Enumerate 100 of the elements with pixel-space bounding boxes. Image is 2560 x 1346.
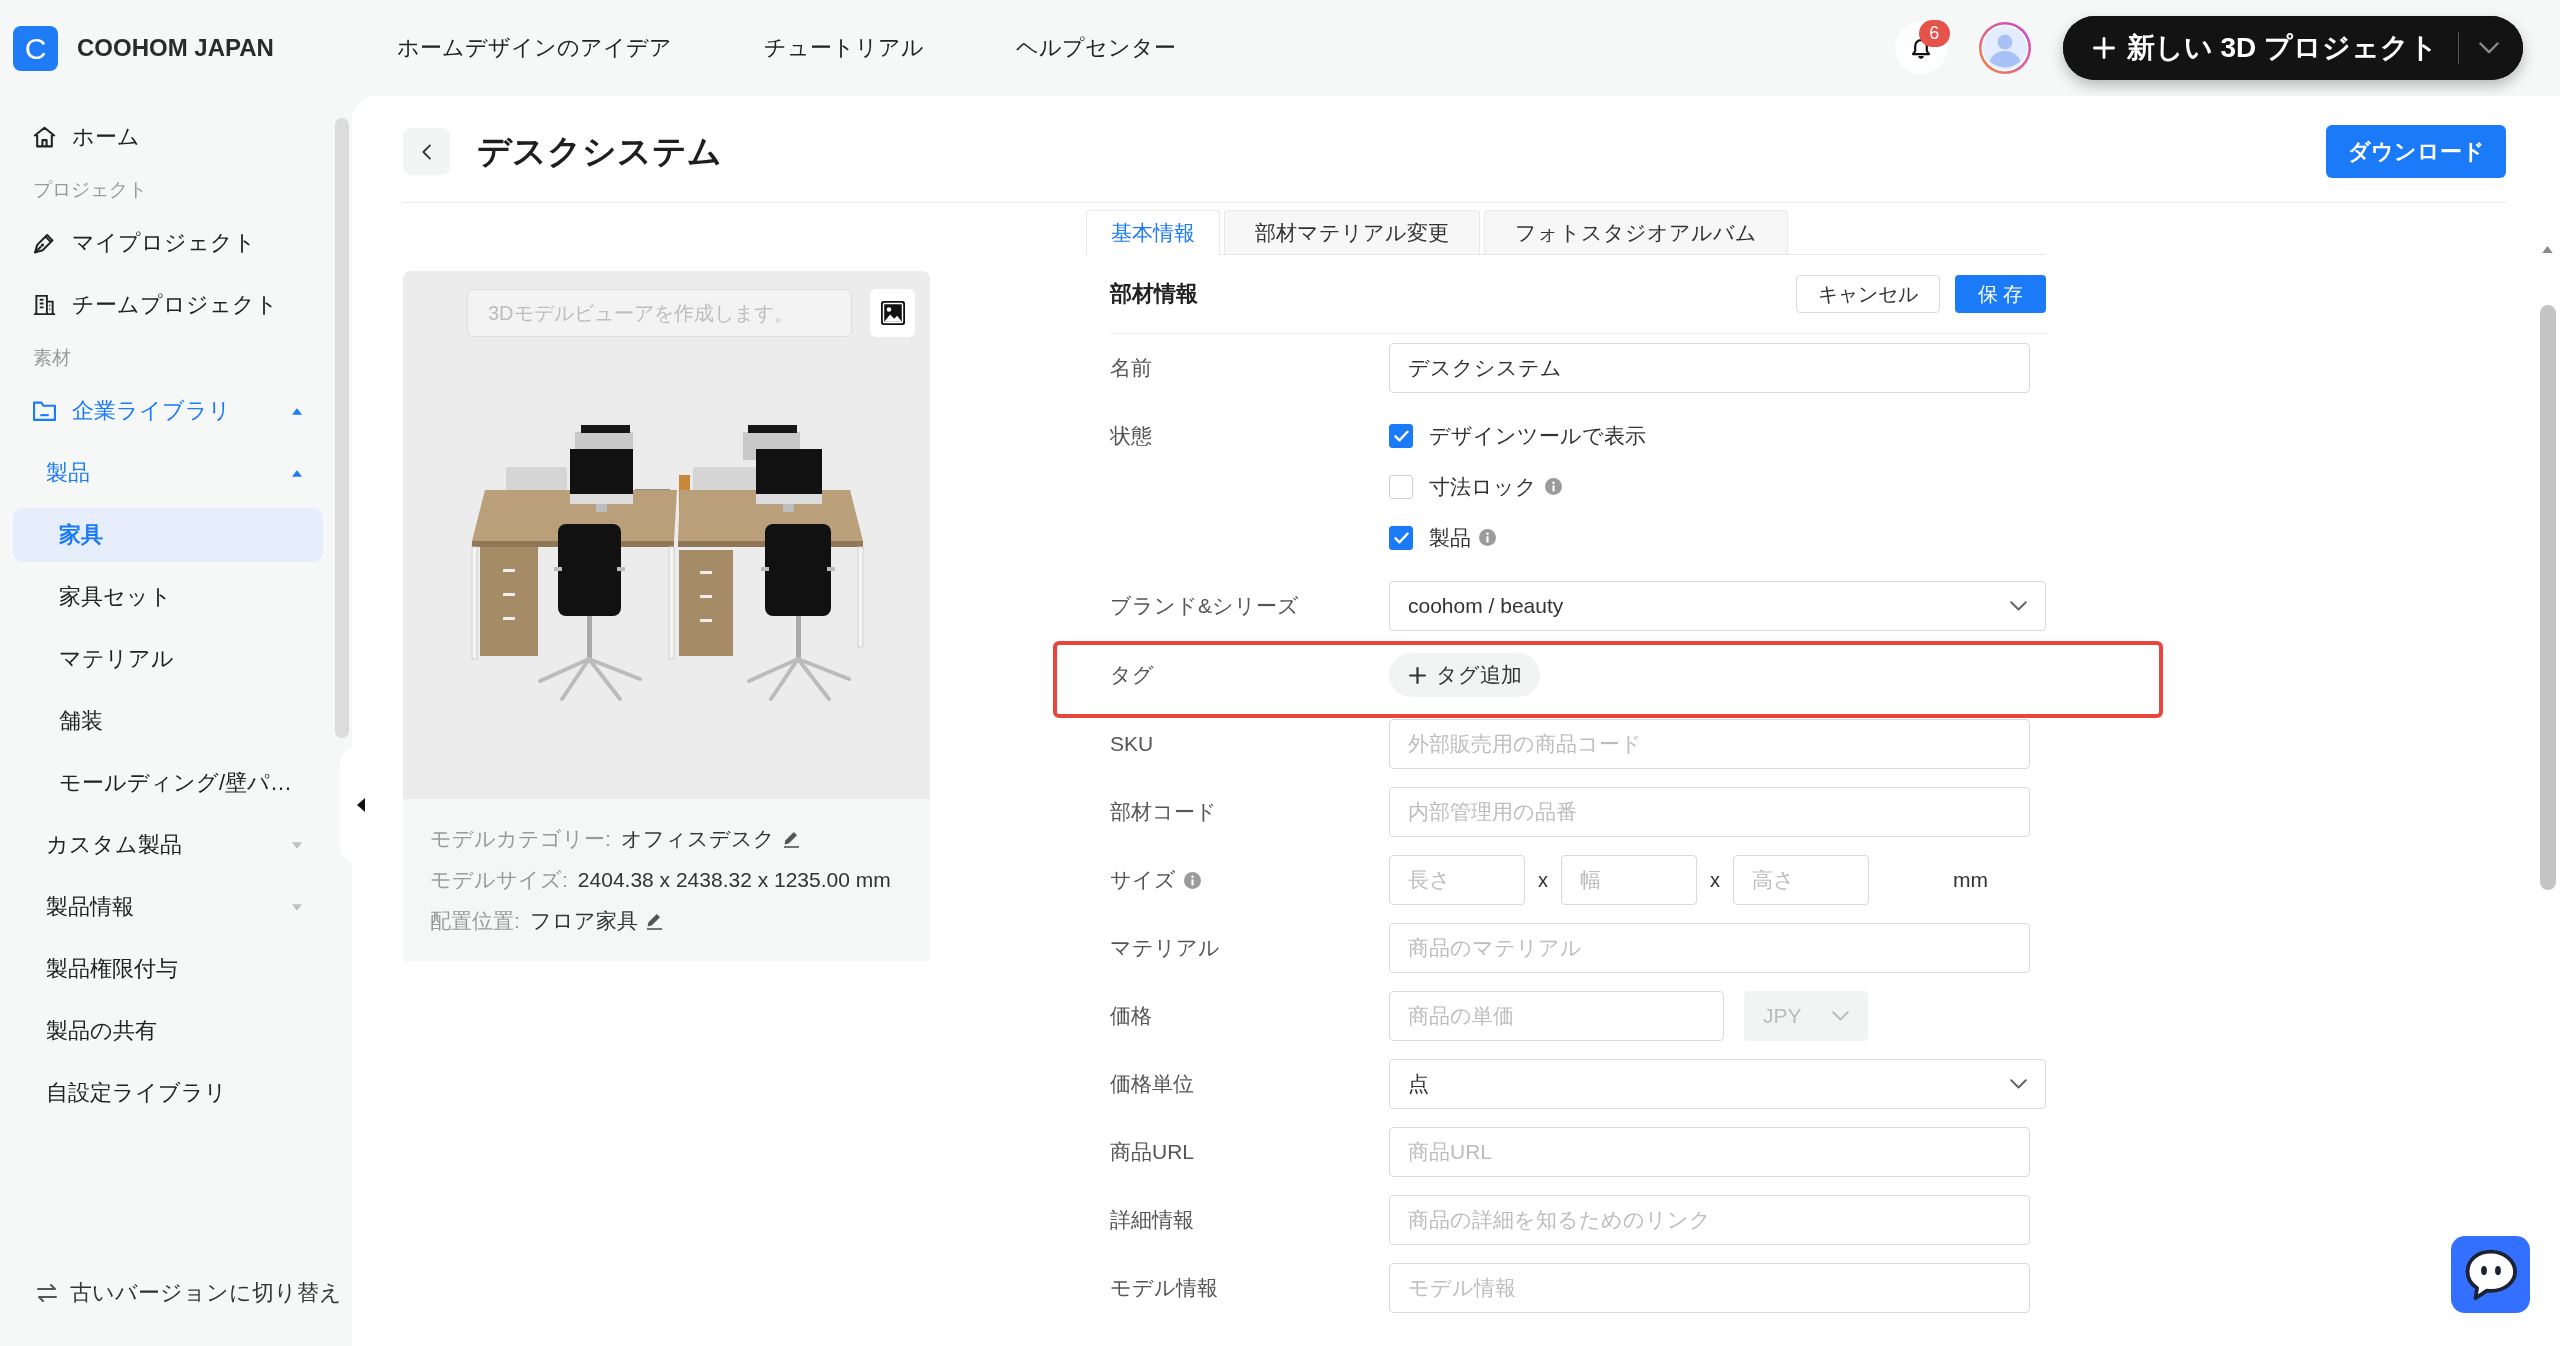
pencil-icon[interactable] bbox=[782, 829, 800, 848]
sidebar-item[interactable]: 舗装 bbox=[13, 694, 323, 748]
field-label: ブランド&シリーズ bbox=[1110, 593, 1299, 619]
text-field[interactable]: 内部管理用の品番 bbox=[1389, 787, 2030, 837]
sidebar-item[interactable]: チームプロジェクト bbox=[13, 278, 323, 332]
dropdown-field[interactable]: 点 bbox=[1389, 1059, 2046, 1109]
info-value: フロア家具 bbox=[529, 907, 638, 934]
tab[interactable]: フォトスタジオアルバム bbox=[1484, 210, 1788, 254]
unit-label: mm bbox=[1953, 868, 1988, 892]
field-label: 詳細情報 bbox=[1110, 1207, 1194, 1233]
field-label: 状態 bbox=[1110, 422, 1152, 449]
nav-link[interactable]: ヘルプセンター bbox=[1015, 33, 1176, 63]
chevron-left-icon bbox=[422, 143, 431, 160]
image-button[interactable] bbox=[870, 289, 915, 337]
house-icon bbox=[33, 126, 56, 148]
section-label: プロジェクト bbox=[32, 178, 148, 202]
nav-link[interactable]: ホームデザインのアイデア bbox=[396, 33, 672, 63]
field-label: 名前 bbox=[1110, 355, 1152, 381]
nav-link[interactable]: チュートリアル bbox=[763, 33, 924, 63]
sidebar-item[interactable]: 製品 bbox=[13, 446, 323, 500]
price-field[interactable]: 商品の単価 bbox=[1389, 991, 1724, 1041]
size-field[interactable]: 長さ bbox=[1389, 855, 1525, 905]
tab[interactable]: 部材マテリアル変更 bbox=[1224, 210, 1480, 254]
dropdown-field[interactable]: coohom / beauty bbox=[1389, 581, 2046, 631]
save-button[interactable]: 保 存 bbox=[1955, 275, 2046, 313]
scrollbar-thumb[interactable] bbox=[2540, 305, 2556, 890]
field-label: 部材コード bbox=[1110, 799, 1217, 825]
section-label: 素材 bbox=[32, 346, 72, 370]
swap-arrows-icon bbox=[37, 1284, 57, 1302]
speech-bubble-icon bbox=[2463, 1248, 2518, 1301]
times-sign: x bbox=[1538, 868, 1548, 892]
text-field[interactable]: モデル情報 bbox=[1389, 1263, 2030, 1313]
checkbox-label: 製品 bbox=[1429, 524, 1471, 551]
field-label: 価格単位 bbox=[1110, 1071, 1194, 1097]
sidebar-item[interactable]: 企業ライブラリ bbox=[13, 384, 323, 438]
times-sign: x bbox=[1710, 868, 1720, 892]
checkbox-label: デザインツールで表示 bbox=[1429, 422, 1646, 449]
info-label: 配置位置: bbox=[430, 907, 520, 934]
dropdown-toggle[interactable] bbox=[2459, 16, 2523, 80]
field-label: SKU bbox=[1110, 732, 1154, 756]
sidebar-item[interactable]: 自設定ライブラリ bbox=[13, 1066, 323, 1120]
field-label: タグ bbox=[1110, 662, 1154, 688]
field-label: 商品URL bbox=[1110, 1139, 1194, 1165]
notification-badge: 6 bbox=[1918, 20, 1950, 47]
info-icon[interactable] bbox=[1479, 529, 1496, 546]
user-avatar[interactable] bbox=[1978, 22, 2031, 74]
chevron-down-icon bbox=[2010, 601, 2027, 611]
chat-button[interactable] bbox=[2451, 1236, 2530, 1313]
info-label: モデルサイズ: bbox=[430, 866, 568, 893]
tab[interactable]: 基本情報 bbox=[1086, 210, 1220, 255]
scrollbar-thumb[interactable] bbox=[335, 118, 349, 738]
download-button[interactable]: ダウンロード bbox=[2326, 125, 2506, 178]
field-label: 価格 bbox=[1110, 1003, 1152, 1029]
info-value: 2404.38 x 2438.32 x 1235.00 mm bbox=[577, 867, 891, 892]
size-field[interactable]: 高さ bbox=[1733, 855, 1869, 905]
plus-icon bbox=[1409, 666, 1426, 684]
cancel-button[interactable]: キャンセル bbox=[1796, 275, 1940, 313]
checkbox-label: 寸法ロック bbox=[1429, 473, 1537, 500]
info-icon[interactable] bbox=[1184, 871, 1201, 889]
folder-icon bbox=[33, 400, 56, 422]
sidebar-item[interactable]: モールディング/壁パ… bbox=[13, 756, 323, 810]
info-icon[interactable] bbox=[1545, 478, 1562, 495]
logo-mark[interactable]: C bbox=[13, 25, 58, 71]
sidebar-item[interactable]: 製品権限付与 bbox=[13, 942, 323, 996]
notification-button[interactable]: 6 bbox=[1894, 22, 1947, 74]
building-icon bbox=[33, 294, 56, 316]
sidebar-item[interactable]: 製品情報 bbox=[13, 880, 323, 934]
pen-icon bbox=[33, 232, 56, 254]
chevron-down-icon bbox=[1832, 1011, 1849, 1021]
pencil-icon[interactable] bbox=[645, 911, 663, 930]
sidebar-item[interactable]: マイプロジェクト bbox=[13, 216, 323, 270]
size-field[interactable]: 幅 bbox=[1561, 855, 1697, 905]
sidebar-item[interactable]: カスタム製品 bbox=[13, 818, 323, 872]
field-label: モデル情報 bbox=[1110, 1275, 1218, 1301]
caret-left-icon bbox=[357, 798, 365, 812]
text-field[interactable]: 商品の詳細を知るためのリンク bbox=[1389, 1195, 2030, 1245]
sidebar-item[interactable]: マテリアル bbox=[13, 632, 323, 686]
brand-name: COOHOM JAPAN bbox=[77, 34, 274, 62]
info-value: オフィスデスク bbox=[620, 825, 775, 852]
text-field[interactable]: デスクシステム bbox=[1389, 343, 2030, 393]
chevron-down-icon bbox=[2479, 42, 2499, 54]
scroll-up-icon[interactable] bbox=[2542, 246, 2553, 253]
add-tag-button[interactable]: タグ追加 bbox=[1389, 653, 1540, 697]
checkmark-icon bbox=[1393, 429, 1409, 442]
chevron-down-icon bbox=[2010, 1079, 2027, 1089]
sidebar-item[interactable]: 製品の共有 bbox=[13, 1004, 323, 1058]
checkbox[interactable] bbox=[1389, 525, 1413, 550]
image-icon bbox=[880, 301, 905, 325]
checkbox[interactable] bbox=[1389, 423, 1413, 448]
sidebar-item[interactable]: 家具セット bbox=[13, 570, 323, 624]
text-field[interactable]: 商品URL bbox=[1389, 1127, 2030, 1177]
text-field[interactable]: 商品のマテリアル bbox=[1389, 923, 2030, 973]
section-title: 部材情報 bbox=[1110, 280, 1198, 308]
back-button[interactable] bbox=[403, 128, 450, 175]
sidebar-item[interactable]: ホーム bbox=[13, 110, 323, 164]
checkmark-icon bbox=[1393, 531, 1409, 544]
text-field[interactable]: 外部販売用の商品コード bbox=[1389, 719, 2030, 769]
page-title: デスクシステム bbox=[477, 130, 722, 172]
info-label: モデルカテゴリー: bbox=[430, 825, 611, 852]
field-label: サイズ bbox=[1110, 867, 1176, 893]
